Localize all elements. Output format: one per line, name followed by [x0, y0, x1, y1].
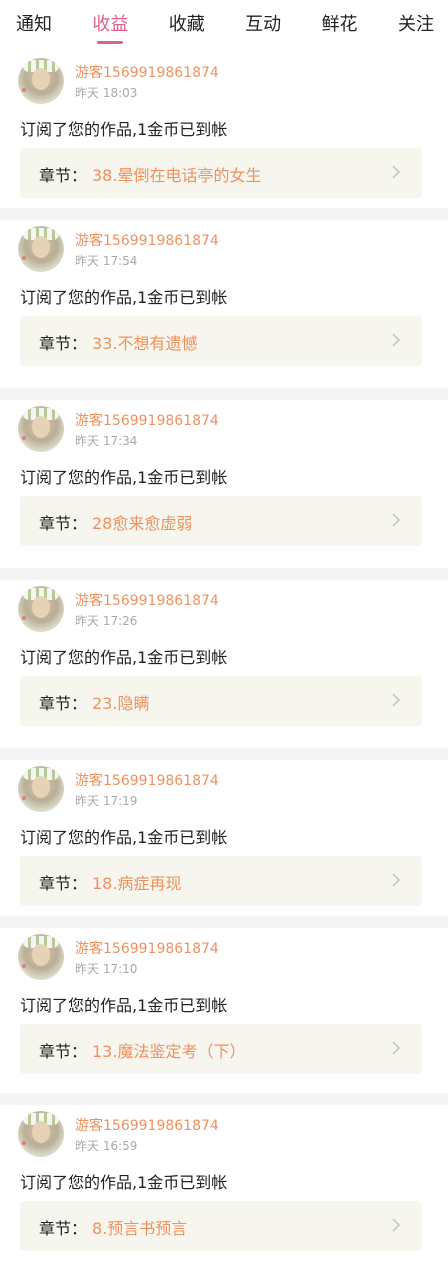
tab-3[interactable]: 互动 — [245, 14, 281, 36]
avatar-face — [32, 416, 50, 438]
tab-0[interactable]: 通知 — [16, 14, 52, 36]
card-separator — [0, 748, 448, 760]
avatar-dot — [22, 616, 26, 620]
chapter-label: 章节： — [39, 514, 88, 533]
tab-label: 关注 — [397, 14, 434, 35]
user-avatar[interactable] — [18, 934, 64, 980]
user-avatar[interactable] — [18, 406, 64, 452]
avatar-dot — [22, 964, 26, 968]
card-separator — [0, 208, 448, 220]
chapter-title: 13.魔法鉴定考（下） — [92, 1042, 246, 1061]
income-card: 游客1569919861874 昨天 17:19 订阅了您的作品,1金币已到帐 … — [0, 760, 448, 916]
avatar-dot — [22, 436, 26, 440]
username[interactable]: 游客1569919861874 — [75, 230, 219, 250]
chevron-right-icon — [392, 165, 401, 179]
subscription-message: 订阅了您的作品,1金币已到帐 — [20, 1173, 228, 1192]
subscription-message: 订阅了您的作品,1金币已到帐 — [20, 288, 228, 307]
chevron-right-icon — [392, 333, 401, 347]
subscription-message: 订阅了您的作品,1金币已到帐 — [20, 120, 228, 139]
timestamp: 昨天 17:19 — [75, 794, 138, 808]
chapter-label: 章节： — [39, 334, 88, 353]
timestamp: 昨天 17:54 — [75, 254, 138, 268]
avatar-face — [32, 944, 50, 966]
username[interactable]: 游客1569919861874 — [75, 1115, 219, 1135]
user-avatar[interactable] — [18, 226, 64, 272]
chapter-link[interactable]: 章节： 23.隐瞒 — [20, 676, 422, 726]
income-feed: 游客1569919861874 昨天 18:03 订阅了您的作品,1金币已到帐 … — [0, 52, 448, 1270]
avatar-dot — [22, 256, 26, 260]
timestamp: 昨天 17:26 — [75, 614, 138, 628]
active-tab-indicator — [97, 41, 124, 44]
avatar-face — [32, 1121, 50, 1143]
chapter-link[interactable]: 章节： 28愈来愈虚弱 — [20, 496, 422, 546]
chapter-title: 23.隐瞒 — [92, 694, 150, 713]
income-card: 游客1569919861874 昨天 17:34 订阅了您的作品,1金币已到帐 … — [0, 400, 448, 568]
tab-1[interactable]: 收益 — [92, 14, 129, 44]
chevron-right-icon — [392, 1041, 401, 1055]
user-avatar[interactable] — [18, 586, 64, 632]
avatar-face — [32, 776, 50, 798]
chapter-label: 章节： — [39, 1042, 88, 1061]
tab-2[interactable]: 收藏 — [169, 14, 205, 36]
chapter-title: 28愈来愈虚弱 — [92, 514, 193, 533]
avatar-face — [32, 68, 50, 90]
tab-4[interactable]: 鲜花 — [322, 14, 358, 36]
card-separator — [0, 568, 448, 580]
tab-label: 收藏 — [168, 14, 205, 35]
chapter-link[interactable]: 章节： 18.病症再现 — [20, 856, 422, 906]
chevron-right-icon — [392, 873, 401, 887]
subscription-message: 订阅了您的作品,1金币已到帐 — [20, 996, 228, 1015]
user-avatar[interactable] — [18, 58, 64, 104]
avatar-dot — [22, 88, 26, 92]
username[interactable]: 游客1569919861874 — [75, 938, 219, 958]
chapter-title: 38.晕倒在电话亭的女生 — [92, 166, 262, 185]
subscription-message: 订阅了您的作品,1金币已到帐 — [20, 468, 228, 487]
chapter-title: 33.不想有遗憾 — [92, 334, 198, 353]
subscription-message: 订阅了您的作品,1金币已到帐 — [20, 828, 228, 847]
user-avatar[interactable] — [18, 1111, 64, 1157]
tab-5[interactable]: 关注 — [398, 14, 434, 36]
chapter-label: 章节： — [39, 1219, 88, 1238]
avatar-dot — [22, 1141, 26, 1145]
timestamp: 昨天 17:34 — [75, 434, 138, 448]
username[interactable]: 游客1569919861874 — [75, 770, 219, 790]
tab-bar: 通知 收益 收藏 互动 鲜花 关注 — [0, 0, 448, 50]
chevron-right-icon — [392, 513, 401, 527]
income-card: 游客1569919861874 昨天 18:03 订阅了您的作品,1金币已到帐 … — [0, 52, 448, 208]
chevron-right-icon — [392, 1218, 401, 1232]
username[interactable]: 游客1569919861874 — [75, 590, 219, 610]
chapter-link[interactable]: 章节： 38.晕倒在电话亭的女生 — [20, 148, 422, 198]
tab-label: 收益 — [92, 14, 129, 35]
user-avatar[interactable] — [18, 766, 64, 812]
avatar-dot — [22, 796, 26, 800]
chevron-right-icon — [392, 693, 401, 707]
avatar-face — [32, 596, 50, 618]
chapter-title: 8.预言书预言 — [92, 1219, 188, 1238]
subscription-message: 订阅了您的作品,1金币已到帐 — [20, 648, 228, 667]
avatar-face — [32, 236, 50, 258]
income-card: 游客1569919861874 昨天 17:10 订阅了您的作品,1金币已到帐 … — [0, 928, 448, 1093]
card-separator — [0, 1093, 448, 1105]
chapter-link[interactable]: 章节： 13.魔法鉴定考（下） — [20, 1024, 422, 1074]
chapter-link[interactable]: 章节： 8.预言书预言 — [20, 1201, 422, 1251]
username[interactable]: 游客1569919861874 — [75, 410, 219, 430]
income-card: 游客1569919861874 昨天 17:54 订阅了您的作品,1金币已到帐 … — [0, 220, 448, 388]
tab-label: 鲜花 — [321, 14, 358, 35]
tab-label: 通知 — [16, 14, 52, 35]
username[interactable]: 游客1569919861874 — [75, 62, 219, 82]
chapter-title: 18.病症再现 — [92, 874, 182, 893]
chapter-link[interactable]: 章节： 33.不想有遗憾 — [20, 316, 422, 366]
chapter-label: 章节： — [39, 874, 88, 893]
timestamp: 昨天 16:59 — [75, 1139, 138, 1153]
tab-label: 互动 — [245, 14, 282, 35]
income-card: 游客1569919861874 昨天 17:26 订阅了您的作品,1金币已到帐 … — [0, 580, 448, 748]
chapter-label: 章节： — [39, 694, 88, 713]
income-card: 游客1569919861874 昨天 16:59 订阅了您的作品,1金币已到帐 … — [0, 1105, 448, 1270]
card-separator — [0, 916, 448, 928]
chapter-label: 章节： — [39, 166, 88, 185]
timestamp: 昨天 18:03 — [75, 86, 138, 100]
timestamp: 昨天 17:10 — [75, 962, 138, 976]
card-separator — [0, 388, 448, 400]
